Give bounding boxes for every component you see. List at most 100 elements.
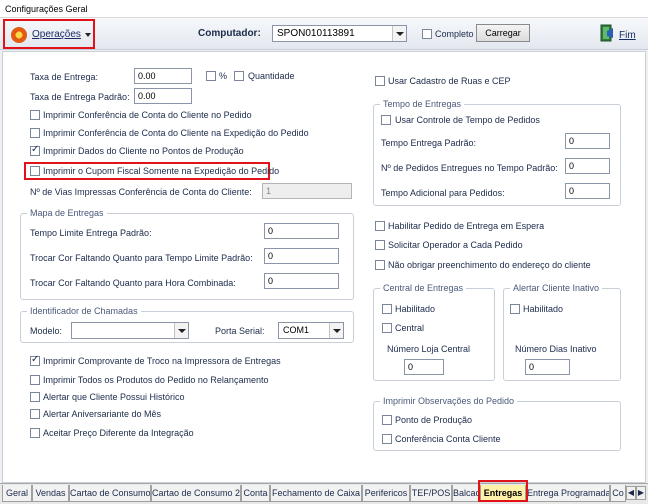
tab-scroll-left-icon[interactable]: ◀ [626,486,636,500]
tab-label: Geral [5,488,28,498]
settings-tab-bar: Geral Vendas Cartao de Consumo Cartao de… [0,483,648,504]
map-row-value-2: 0 [268,251,274,261]
window-titlebar: Configurações Geral [0,0,648,18]
percent-label: % [219,71,228,81]
check-print-all-products[interactable] [30,375,40,385]
serial-port-select[interactable]: COM1 [278,322,344,339]
check-central[interactable] [382,323,392,333]
check-birthday-alert-label: Alertar Aniversariante do Mês [43,409,162,419]
check-waiting-order-label: Habilitar Pedido de Entrega em Espera [388,221,545,231]
tab-vendas[interactable]: Vendas [32,485,69,502]
delivery-fee-label: Taxa de Entrega: [30,72,99,82]
central-delivery-group-title: Central de Entregas [380,283,467,293]
inactive-days-input[interactable]: 0 [525,359,570,375]
tab-label: Vendas [35,488,66,498]
quantity-checkbox[interactable] [234,71,244,81]
delivery-fee-input[interactable]: 0.00 [134,68,192,84]
load-button[interactable]: Carregar [476,24,530,42]
time-row-label-1: Tempo Entrega Padrão: [381,138,477,148]
operations-menu-button[interactable]: Operações [3,19,95,49]
operations-label: Operações [32,29,81,40]
tab-label: TEF/POS [411,488,451,498]
check-print-conference-order[interactable] [30,110,40,120]
check-print-conference-dispatch[interactable] [30,128,40,138]
check-central-enabled[interactable] [382,304,392,314]
tab-conta[interactable]: Conta [241,485,270,502]
check-print-client-data[interactable] [30,144,40,156]
map-row-input-2[interactable]: 0 [264,248,339,264]
check-accept-price[interactable] [30,428,40,438]
tab-fechamento-caixa[interactable]: Fechamento de Caixa [270,485,362,502]
store-number-input[interactable]: 0 [404,359,444,375]
check-history-alert-label: Alertar que Cliente Possui Histórico [43,392,185,402]
tab-cartao-consumo-2[interactable]: Cartao de Consumo 2 [151,485,241,502]
tab-entrega-programada[interactable]: Entrega Programada [526,485,610,502]
check-production-point-label: Ponto de Produção [395,415,473,425]
check-fiscal-coupon-dispatch-label: Imprimir o Cupom Fiscal Somente na Exped… [43,166,280,176]
computer-label: Computador: [198,28,261,39]
time-row-value-2: 0 [569,161,575,171]
serial-port-value: COM1 [283,325,310,335]
map-row-input-3[interactable]: 0 [264,273,339,289]
caller-id-group-title: Identificador de Chamadas [27,306,141,316]
inactive-days-label: Número Dias Inativo [515,344,597,354]
check-streets-cep-label: Usar Cadastro de Ruas e CEP [388,76,511,86]
gear-icon [11,27,27,43]
tab-balcao[interactable]: Balcao [452,485,480,502]
tab-label: Cartao de Consumo 2 [152,488,241,498]
exit-label: Fim [619,30,636,41]
tab-label: Conta [243,488,268,498]
check-change-receipt[interactable] [30,354,40,366]
map-row-value-1: 0 [268,226,274,236]
check-no-address[interactable] [375,260,385,270]
default-fee-value: 0.00 [138,91,156,101]
model-label: Modelo: [30,326,63,336]
computer-select[interactable]: SPON010113891 [272,25,407,42]
check-time-control[interactable] [381,115,391,125]
check-change-receipt-label: Imprimir Comprovante de Troco na Impress… [43,356,281,366]
copies-label: Nº de Vias Impressas Conferência de Cont… [30,187,252,197]
map-row-input-1[interactable]: 0 [264,223,339,239]
check-production-point[interactable] [382,415,392,425]
window-title: Configurações Geral [5,4,88,14]
copies-input[interactable]: 1 [262,183,352,199]
check-streets-cep[interactable] [375,76,385,86]
default-fee-input[interactable]: 0.00 [134,88,192,104]
print-notes-group-title: Imprimir Observações do Pedido [380,396,518,406]
check-client-account-label: Conferência Conta Cliente [395,434,501,444]
tab-tef-pos[interactable]: TEF/POS [410,485,452,502]
dropdown-arrow-icon [174,323,188,338]
tab-geral[interactable]: Geral [2,485,32,502]
time-row-value-3: 0 [569,186,575,196]
model-select[interactable] [71,322,189,339]
check-client-account[interactable] [382,434,392,444]
copies-value: 1 [266,186,272,196]
tab-co[interactable]: Co [610,485,626,502]
check-print-conference-dispatch-label: Imprimir Conferência de Conta do Cliente… [43,128,309,138]
exit-button[interactable]: Fim [598,22,642,44]
check-history-alert[interactable] [30,392,40,402]
time-row-input-1[interactable]: 0 [565,133,610,149]
delivery-time-group-title: Tempo de Entregas [380,99,465,109]
percent-checkbox[interactable] [206,71,216,81]
highlight-entregas-tab [478,480,528,502]
tab-scroll-right-icon[interactable]: ▶ [636,486,646,500]
time-row-input-3[interactable]: 0 [565,183,610,199]
dropdown-arrow-icon [329,323,343,338]
check-inactive-enabled[interactable] [510,304,520,314]
check-no-address-label: Não obrigar preenchimento do endereço do… [388,260,591,270]
tab-cartao-consumo[interactable]: Cartao de Consumo [69,485,151,502]
complete-checkbox[interactable] [422,29,432,39]
map-row-value-3: 0 [268,276,274,286]
check-print-all-products-label: Imprimir Todos os Produtos do Pedido no … [43,375,269,385]
check-fiscal-coupon-dispatch[interactable] [30,166,40,176]
check-request-operator[interactable] [375,240,385,250]
map-row-label-1: Tempo Limite Entrega Padrão: [30,228,152,238]
computer-value: SPON010113891 [277,28,355,39]
check-waiting-order[interactable] [375,221,385,231]
check-birthday-alert[interactable] [30,409,40,419]
tab-perifericos[interactable]: Perifericos [362,485,410,502]
time-row-input-2[interactable]: 0 [565,158,610,174]
quantity-label: Quantidade [248,71,295,81]
default-fee-label: Taxa de Entrega Padrão: [30,92,130,102]
